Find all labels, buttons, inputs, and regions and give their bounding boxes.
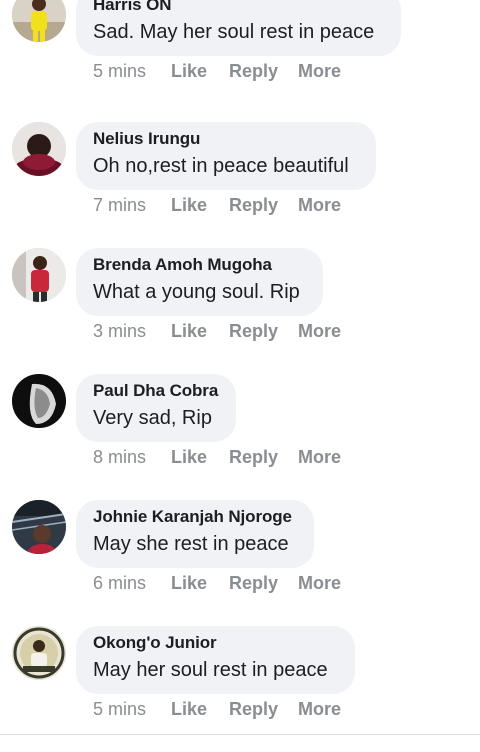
reply-button[interactable]: Reply: [229, 447, 278, 468]
comment-item: Harris ON Sad. May her soul rest in peac…: [0, 0, 480, 114]
comment-timestamp[interactable]: 6 mins: [93, 573, 146, 594]
profile-photo-icon: [12, 626, 66, 680]
comment-author[interactable]: Johnie Karanjah Njoroge: [93, 507, 292, 527]
avatar[interactable]: [12, 248, 66, 302]
comment-item: Nelius Irungu Oh no,rest in peace beauti…: [0, 122, 480, 248]
comment-bubble: Paul Dha Cobra Very sad, Rip: [76, 374, 236, 442]
reply-button[interactable]: Reply: [229, 195, 278, 216]
comment-timestamp[interactable]: 3 mins: [93, 321, 146, 342]
comment-bubble: Nelius Irungu Oh no,rest in peace beauti…: [76, 122, 376, 190]
comment-text: May her soul rest in peace: [93, 659, 328, 681]
divider: [0, 734, 480, 735]
profile-photo-icon: [12, 248, 66, 302]
avatar[interactable]: [12, 374, 66, 428]
like-button[interactable]: Like: [171, 447, 207, 468]
comment-author[interactable]: Harris ON: [93, 0, 172, 15]
profile-photo-icon: [12, 122, 66, 176]
like-button[interactable]: Like: [171, 321, 207, 342]
comment-timestamp[interactable]: 7 mins: [93, 195, 146, 216]
avatar[interactable]: [12, 0, 66, 42]
like-button[interactable]: Like: [171, 61, 207, 82]
avatar[interactable]: [12, 122, 66, 176]
more-button[interactable]: More: [298, 321, 341, 342]
comment-bubble: Brenda Amoh Mugoha What a young soul. Ri…: [76, 248, 323, 316]
comment-bubble: Johnie Karanjah Njoroge May she rest in …: [76, 500, 314, 568]
comment-timestamp[interactable]: 5 mins: [93, 699, 146, 720]
comment-text: Very sad, Rip: [93, 407, 212, 429]
comment-bubble: Okong'o Junior May her soul rest in peac…: [76, 626, 355, 694]
comment-bubble: Harris ON Sad. May her soul rest in peac…: [76, 0, 401, 56]
comment-timestamp[interactable]: 8 mins: [93, 447, 146, 468]
comment-text: May she rest in peace: [93, 533, 289, 555]
like-button[interactable]: Like: [171, 699, 207, 720]
more-button[interactable]: More: [298, 699, 341, 720]
reply-button[interactable]: Reply: [229, 573, 278, 594]
avatar[interactable]: [12, 500, 66, 554]
comment-text: Oh no,rest in peace beautiful: [93, 155, 349, 177]
comment-text: What a young soul. Rip: [93, 281, 300, 303]
comment-author[interactable]: Nelius Irungu: [93, 129, 200, 149]
more-button[interactable]: More: [298, 61, 341, 82]
comment-author[interactable]: Brenda Amoh Mugoha: [93, 255, 272, 275]
more-button[interactable]: More: [298, 447, 341, 468]
comment-timestamp[interactable]: 5 mins: [93, 61, 146, 82]
comment-item: Johnie Karanjah Njoroge May she rest in …: [0, 500, 480, 626]
comment-item: Brenda Amoh Mugoha What a young soul. Ri…: [0, 248, 480, 374]
profile-photo-icon: [12, 500, 66, 554]
avatar[interactable]: [12, 626, 66, 680]
more-button[interactable]: More: [298, 195, 341, 216]
comment-text: Sad. May her soul rest in peace: [93, 21, 375, 43]
comment-item: Paul Dha Cobra Very sad, Rip 8 mins Like…: [0, 374, 480, 500]
comment-author[interactable]: Okong'o Junior: [93, 633, 217, 653]
like-button[interactable]: Like: [171, 195, 207, 216]
comment-author[interactable]: Paul Dha Cobra: [93, 381, 218, 401]
reply-button[interactable]: Reply: [229, 321, 278, 342]
reply-button[interactable]: Reply: [229, 61, 278, 82]
like-button[interactable]: Like: [171, 573, 207, 594]
profile-photo-icon: [12, 0, 66, 42]
more-button[interactable]: More: [298, 573, 341, 594]
reply-button[interactable]: Reply: [229, 699, 278, 720]
profile-photo-icon: [12, 374, 66, 428]
